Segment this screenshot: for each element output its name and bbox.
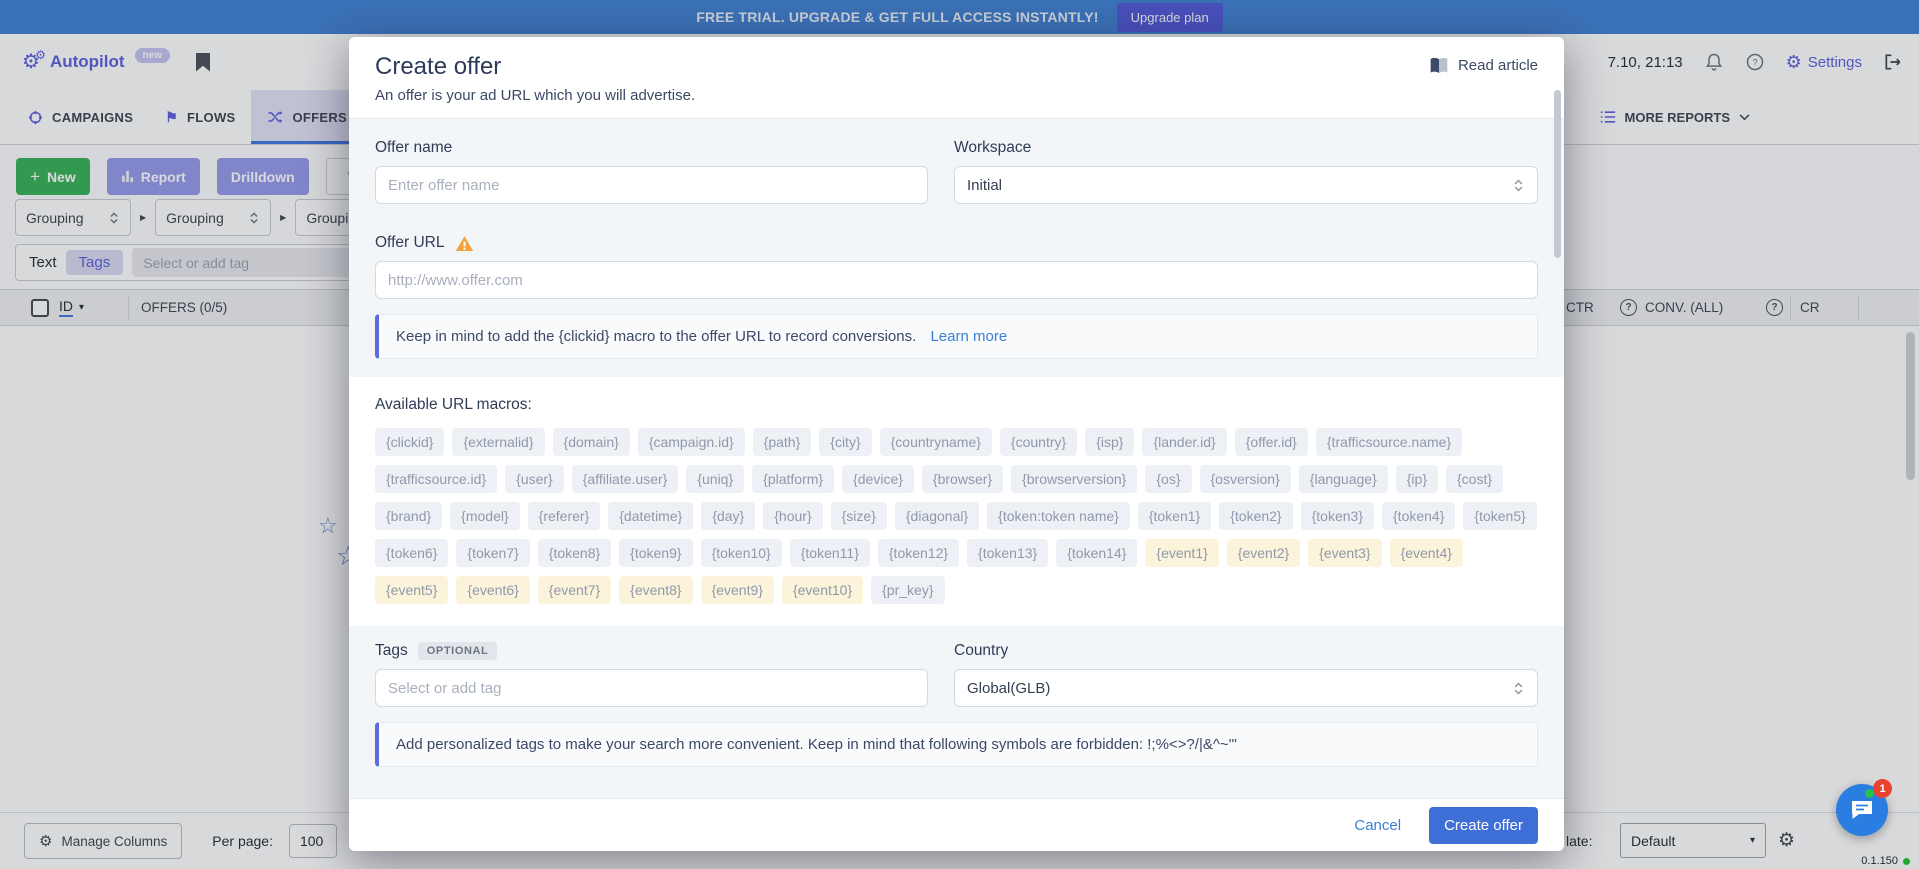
chat-launcher[interactable]: 1 — [1836, 784, 1888, 836]
clickid-note: Keep in mind to add the {clickid} macro … — [375, 314, 1538, 359]
macro-chip[interactable]: {brand} — [375, 502, 442, 530]
modal-footer: Cancel Create offer — [349, 798, 1564, 851]
macro-chip[interactable]: {offer.id} — [1235, 428, 1308, 456]
macro-chip[interactable]: {token8} — [538, 539, 611, 567]
chat-unread-badge: 1 — [1873, 779, 1892, 798]
macro-chip[interactable]: {token12} — [878, 539, 959, 567]
chat-bubble-icon — [1850, 799, 1874, 821]
macro-chip[interactable]: {size} — [831, 502, 887, 530]
optional-badge: OPTIONAL — [418, 642, 498, 660]
macro-chip[interactable]: {token11} — [790, 539, 870, 567]
offer-url-label: Offer URL — [375, 234, 445, 252]
cancel-button[interactable]: Cancel — [1354, 817, 1401, 834]
macro-chip[interactable]: {token3} — [1301, 502, 1374, 530]
macro-chip[interactable]: {campaign.id} — [638, 428, 745, 456]
macro-chip[interactable]: {os} — [1145, 465, 1191, 493]
macro-chip[interactable]: {token10} — [701, 539, 782, 567]
macro-chip[interactable]: {event5} — [375, 576, 448, 604]
macro-chip[interactable]: {clickid} — [375, 428, 444, 456]
macro-chip[interactable]: {externalid} — [452, 428, 544, 456]
updown-chevron-icon — [1512, 178, 1525, 193]
read-article-link[interactable]: Read article — [1429, 57, 1538, 74]
macro-chip[interactable]: {cost} — [1446, 465, 1503, 493]
macro-chip[interactable]: {countryname} — [880, 428, 992, 456]
macro-chip[interactable]: {osversion} — [1200, 465, 1291, 493]
macro-chip[interactable]: {event4} — [1390, 539, 1463, 567]
macro-chip[interactable]: {token:token name} — [987, 502, 1130, 530]
macro-chip[interactable]: {token4} — [1382, 502, 1455, 530]
macro-chip[interactable]: {trafficsource.name} — [1316, 428, 1462, 456]
macro-chip[interactable]: {event8} — [619, 576, 692, 604]
macro-chip[interactable]: {token6} — [375, 539, 448, 567]
workspace-label: Workspace — [954, 139, 1538, 157]
macro-chip[interactable]: {model} — [450, 502, 519, 530]
create-offer-modal: Create offer An offer is your ad URL whi… — [349, 37, 1564, 851]
macros-title: Available URL macros: — [375, 396, 1538, 414]
offer-name-input[interactable] — [375, 166, 928, 204]
tags-input[interactable] — [375, 669, 928, 707]
macro-chip[interactable]: {language} — [1299, 465, 1388, 493]
create-offer-button[interactable]: Create offer — [1429, 807, 1538, 844]
macro-chip[interactable]: {domain} — [553, 428, 630, 456]
macro-chip[interactable]: {event3} — [1308, 539, 1381, 567]
macro-chip[interactable]: {pr_key} — [871, 576, 944, 604]
macro-chip[interactable]: {token14} — [1056, 539, 1137, 567]
macro-chip[interactable]: {affiliate.user} — [572, 465, 679, 493]
macro-chip[interactable]: {city} — [819, 428, 871, 456]
macro-chip[interactable]: {day} — [701, 502, 755, 530]
workspace-value: Initial — [967, 177, 1002, 194]
book-icon — [1429, 57, 1449, 74]
macro-chip[interactable]: {trafficsource.id} — [375, 465, 497, 493]
country-value: Global(GLB) — [967, 680, 1050, 697]
macro-chip[interactable]: {token5} — [1463, 502, 1536, 530]
macro-chip[interactable]: {device} — [842, 465, 914, 493]
tags-note: Add personalized tags to make your searc… — [375, 722, 1538, 767]
macro-chip[interactable]: {lander.id} — [1142, 428, 1226, 456]
macro-chip[interactable]: {token9} — [619, 539, 692, 567]
updown-chevron-icon — [1512, 681, 1525, 696]
macro-chip[interactable]: {referer} — [528, 502, 601, 530]
macro-chip[interactable]: {ip} — [1396, 465, 1438, 493]
macro-chip[interactable]: {event6} — [456, 576, 529, 604]
modal-subtitle: An offer is your ad URL which you will a… — [375, 87, 1538, 104]
macro-chip[interactable]: {path} — [753, 428, 812, 456]
macro-chip[interactable]: {token7} — [456, 539, 529, 567]
macro-chip[interactable]: {uniq} — [686, 465, 744, 493]
modal-header: Create offer An offer is your ad URL whi… — [349, 37, 1564, 119]
macros-section: Available URL macros: {clickid} {external… — [349, 377, 1564, 626]
macro-chip[interactable]: {platform} — [752, 465, 834, 493]
macro-chip[interactable]: {diagonal} — [895, 502, 979, 530]
country-label: Country — [954, 642, 1538, 660]
macro-chip[interactable]: {datetime} — [608, 502, 693, 530]
macro-chip[interactable]: {browser} — [922, 465, 1003, 493]
macro-chip[interactable]: {event7} — [538, 576, 611, 604]
macro-chip[interactable]: {token13} — [967, 539, 1048, 567]
macro-chip[interactable]: {event10} — [782, 576, 863, 604]
macro-chip[interactable]: {user} — [505, 465, 564, 493]
offer-url-input[interactable] — [375, 261, 1538, 299]
offer-name-label: Offer name — [375, 139, 928, 157]
macro-chip[interactable]: {event2} — [1227, 539, 1300, 567]
macro-chip[interactable]: {token2} — [1219, 502, 1292, 530]
read-article-label: Read article — [1458, 57, 1538, 74]
macro-chip[interactable]: {token1} — [1138, 502, 1211, 530]
macro-chip[interactable]: {isp} — [1085, 428, 1134, 456]
modal-scrollbar-thumb[interactable] — [1554, 90, 1561, 258]
chat-online-dot — [1865, 789, 1874, 798]
tags-label: Tags — [375, 642, 408, 660]
modal-body: Offer name Workspace Initial Offer URL K… — [349, 119, 1564, 767]
macro-chip-list: {clickid} {externalid} {domain} {campaign.i… — [375, 428, 1538, 604]
warning-icon — [455, 235, 474, 252]
macro-chip[interactable]: {browserversion} — [1011, 465, 1137, 493]
macro-chip[interactable]: {country} — [1000, 428, 1077, 456]
macro-chip[interactable]: {hour} — [763, 502, 822, 530]
learn-more-link[interactable]: Learn more — [930, 328, 1007, 345]
macro-chip[interactable]: {event9} — [701, 576, 774, 604]
country-select[interactable]: Global(GLB) — [954, 669, 1538, 707]
clickid-note-text: Keep in mind to add the {clickid} macro … — [396, 328, 916, 345]
macro-chip[interactable]: {event1} — [1145, 539, 1218, 567]
modal-title: Create offer — [375, 53, 1538, 81]
workspace-select[interactable]: Initial — [954, 166, 1538, 204]
